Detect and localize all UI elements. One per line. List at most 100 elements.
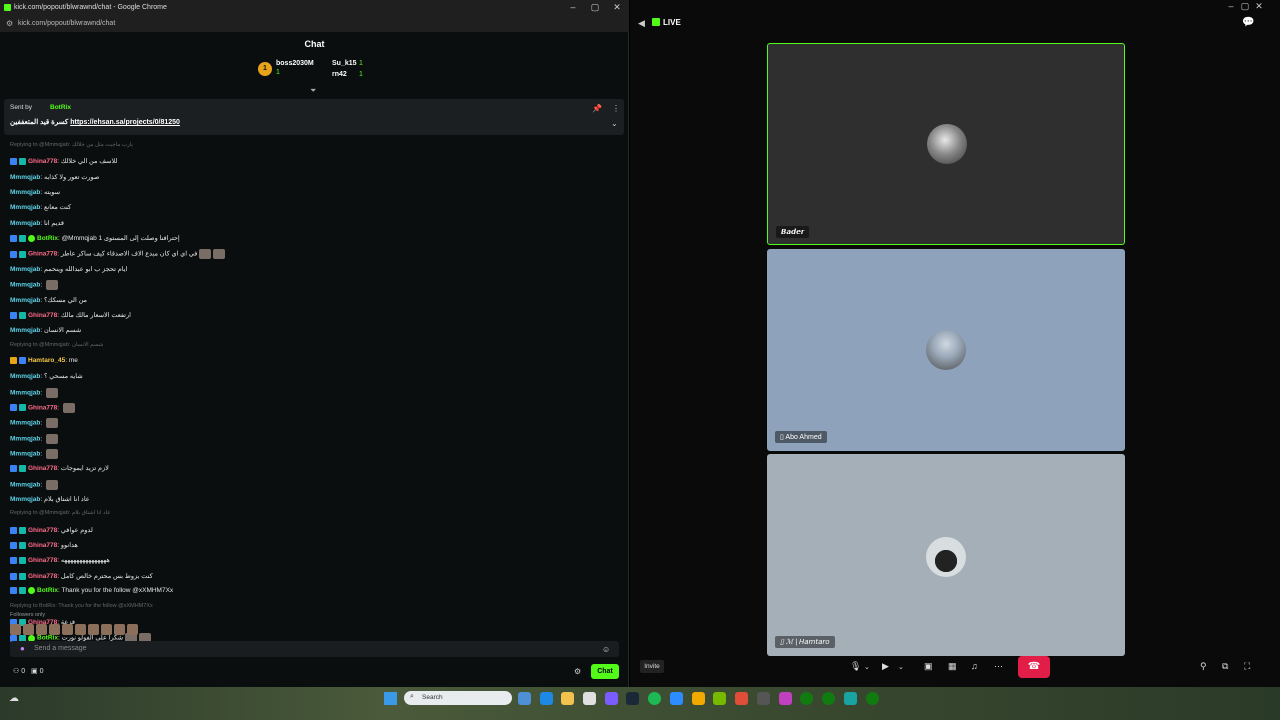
pinned-sender[interactable]: BotRix [50,104,71,111]
app-icon[interactable] [670,692,683,705]
task-view-icon[interactable] [518,692,531,705]
end-call-button[interactable]: ☎ [1018,656,1050,678]
chat-message[interactable]: Ghina778: للاسف من الي خلالك [10,157,117,169]
emote[interactable] [127,624,138,635]
message-username[interactable]: Ghina778 [28,527,57,534]
emote[interactable] [88,624,99,635]
message-username[interactable]: Mmmqjab [10,189,40,196]
message-username[interactable]: Mmmqjab [10,297,40,304]
message-username[interactable]: BotRix [37,587,58,594]
message-username[interactable]: Ghina778 [28,251,57,258]
nvidia-icon[interactable] [713,692,726,705]
maximize-icon[interactable]: ▢ [588,2,602,13]
participant-tile[interactable]: ▯ ℳ | 𝘏𝘢𝘮𝘵𝘢𝘳𝘰 [767,454,1125,656]
chat-bubble-icon[interactable]: 💬 [1242,17,1254,28]
chat-message[interactable]: Ghina778: لازم تزيد ايموجات [10,464,109,476]
more-options-icon[interactable]: ⋯ [994,661,1003,672]
chat-message[interactable]: Ghina778: [10,402,75,415]
message-username[interactable]: BotRix [37,235,58,242]
emote-image[interactable] [62,402,75,413]
participant-tile[interactable]: ▯ Abo Ahmed [767,249,1125,451]
emote-image[interactable] [45,280,58,291]
message-username[interactable]: Mmmqjab [10,220,40,227]
emote-image[interactable] [45,449,58,459]
message-username[interactable]: Mmmqjab [10,389,40,396]
emote-image[interactable] [199,249,212,260]
chat-message[interactable]: Ghina778: هههههههههههههههه [10,556,110,568]
gift-leaderboard[interactable]: 1 boss2030M 1 Su_k15 1 rn42 1 [258,58,378,84]
maximize-icon[interactable]: ▢ [1238,1,1252,12]
share-icon[interactable]: ⚇ [13,668,19,675]
chat-message[interactable]: Ghina778: في اي اي كان مبدع الاف الاصدقا… [10,249,226,261]
xbox-icon[interactable] [866,692,879,705]
emote-image[interactable] [45,418,58,429]
chevron-down-icon[interactable]: ⌄ [898,663,904,671]
app-icon[interactable] [844,692,857,705]
weather-icon[interactable]: ☁ [9,693,19,704]
reply-context[interactable]: Replying to @Mmmqjab: عاد انا اشتاق بلام [10,510,111,522]
chat-message[interactable]: BotRix: Thank you for the follow @xXMHM7… [10,587,173,599]
message-username[interactable]: Mmmqjab [10,327,40,334]
chat-message[interactable]: Mmmqjab: [10,280,58,292]
chat-message[interactable]: Mmmqjab: [10,479,58,492]
message-username[interactable]: Ghina778 [28,573,57,580]
windows-start-icon[interactable] [384,692,397,705]
emote[interactable] [75,624,86,635]
chat-message[interactable]: Ghina778: لدوم عوافي [10,526,93,538]
emote[interactable] [114,624,125,635]
chat-message-list[interactable]: Replying to @Mmmqjab: يارب ماجيت مثل من … [0,132,625,644]
minimize-icon[interactable]: – [1224,1,1238,11]
emote[interactable] [36,624,47,635]
emote[interactable] [101,624,112,635]
leaderboard-name[interactable]: rn42 [332,71,347,78]
emote[interactable] [62,624,73,635]
message-username[interactable]: Mmmqjab [10,373,40,380]
emote-image[interactable] [45,387,58,398]
message-username[interactable]: Mmmqjab [10,451,40,458]
chrome-icon[interactable] [583,692,596,705]
emote-image[interactable] [45,433,58,444]
message-username[interactable]: Ghina778 [28,312,57,319]
message-username[interactable]: Mmmqjab [10,435,40,442]
gear-icon[interactable]: ⚙ [574,667,581,676]
message-username[interactable]: Mmmqjab [10,204,40,211]
edge-icon[interactable] [540,692,553,705]
chat-message[interactable]: Mmmqjab: [10,387,58,400]
reply-context[interactable]: Replying to @Mmmqjab: شسم الانسان [10,342,103,354]
chevron-down-icon[interactable]: ⌄ [611,119,618,128]
spotify-icon[interactable] [648,692,661,705]
pinned-link[interactable]: https://ehsan.sa/projects/0/81250 [70,119,180,126]
message-username[interactable]: Ghina778 [28,405,57,412]
chat-message[interactable]: Mmmqjab: عاد انا اشتاق بلام [10,495,90,507]
app-icon[interactable] [735,692,748,705]
address-bar[interactable]: ⚙ kick.com/popout/blwrawnd/chat [0,16,629,32]
message-username[interactable]: Mmmqjab [10,420,40,427]
chat-message[interactable]: Ghina778: ارتفعت الاسعار مالك مالك [10,311,131,323]
chat-send-button[interactable]: Chat [591,664,619,679]
message-username[interactable]: Ghina778 [28,557,57,564]
chat-message[interactable]: Mmmqjab: من الي مسكك؟ [10,296,87,308]
pinned-message[interactable]: Sent by BotRix كسرة قيد المتعففين https:… [4,99,624,135]
fullscreen-icon[interactable]: ⛶ [1244,661,1250,672]
close-icon[interactable]: ✕ [1252,1,1266,12]
message-username[interactable]: Ghina778 [28,542,57,549]
discord-icon[interactable] [605,692,618,705]
chat-message[interactable]: Mmmqjab: ايام تحجز ب ابو عبدالله وينحمم [10,265,127,277]
app-icon[interactable] [757,692,770,705]
taskbar-search[interactable]: ⌕ Search [404,691,512,705]
chat-message[interactable]: BotRix: @Mmmqjab إحترافنا وصلت إلى المست… [10,234,180,246]
emote[interactable] [49,624,60,635]
xbox-icon[interactable] [822,692,835,705]
pin-icon[interactable]: ⚲ [1200,661,1207,672]
message-username[interactable]: Mmmqjab [10,282,40,289]
collapse-arrow-icon[interactable]: ⏷ [310,86,316,96]
mic-icon[interactable]: ● [20,644,25,653]
emote[interactable] [10,624,21,635]
steam-icon[interactable] [626,692,639,705]
soundboard-icon[interactable]: ♫ [971,661,978,671]
minimize-icon[interactable]: – [566,2,580,12]
emoji-icon[interactable]: ☺ [602,645,610,654]
activities-icon[interactable]: ▦ [948,661,957,672]
chat-input[interactable]: ● Send a message [10,641,619,657]
chat-message[interactable]: Ghina778: هدانوو [10,541,78,553]
